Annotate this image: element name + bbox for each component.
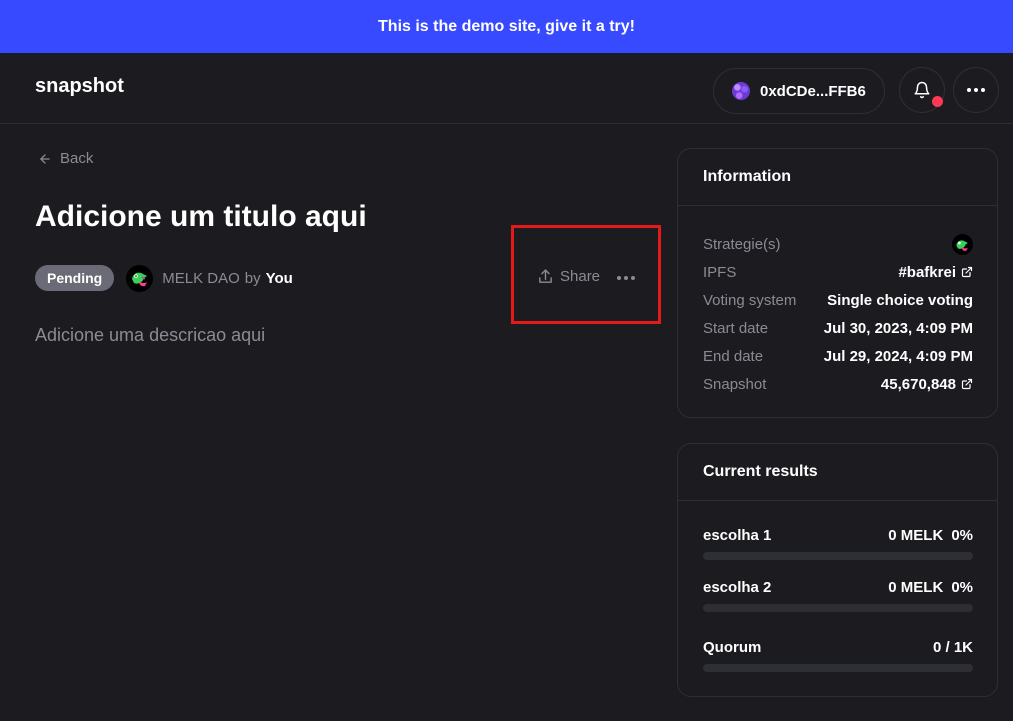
space-avatar[interactable]	[126, 264, 154, 292]
quorum-label: Quorum	[703, 639, 762, 656]
result-choice: escolha 1 0 MELK 0%	[703, 527, 973, 579]
status-badge: Pending	[35, 265, 115, 291]
choice-amount: 0 MELK	[888, 527, 944, 544]
proposal-description: Adicione uma descricao aqui	[35, 325, 266, 345]
info-label: Snapshot	[703, 375, 767, 393]
quorum-progress-bar	[703, 664, 973, 672]
info-row-start-date: Start date Jul 30, 2023, 4:09 PM	[703, 314, 973, 342]
choice-percent: 0%	[951, 527, 973, 544]
arrow-left-icon	[40, 153, 50, 164]
information-card: Information Strategie(s) IPFS #bafkrei V…	[677, 148, 998, 418]
external-link-icon	[961, 266, 973, 278]
account-avatar-icon	[732, 82, 750, 100]
info-value: Single choice voting	[827, 291, 973, 309]
information-heading: Information	[678, 149, 997, 206]
results-card: Current results escolha 1 0 MELK 0% esco…	[677, 443, 998, 697]
melk-avatar-icon	[952, 233, 973, 255]
account-address: 0xdCDe...FFB6	[760, 82, 866, 100]
back-label: Back	[60, 150, 94, 167]
info-value: Jul 29, 2024, 4:09 PM	[823, 347, 973, 365]
quorum-value: 0 / 1K	[932, 639, 973, 656]
more-menu-button[interactable]	[953, 67, 999, 113]
info-label: Voting system	[703, 291, 797, 309]
demo-banner: This is the demo site, give it a try!	[0, 0, 1013, 53]
account-button[interactable]: 0xdCDe...FFB6	[713, 68, 885, 114]
choice-percent: 0%	[951, 579, 973, 596]
info-row-strategies: Strategie(s)	[703, 230, 973, 258]
snapshot-link[interactable]: 45,670,848	[881, 376, 973, 393]
external-link-icon	[961, 378, 973, 390]
result-choice: escolha 2 0 MELK 0%	[703, 579, 973, 631]
chameleon-logo-icon	[131, 272, 147, 287]
demo-banner-text: This is the demo site, give it a try!	[378, 17, 635, 35]
choice-progress-bar	[703, 604, 973, 612]
snapshot-value: 45,670,848	[880, 375, 956, 393]
snapshot-logo[interactable]: snapshot	[35, 75, 124, 98]
choice-amount: 0 MELK	[888, 579, 944, 596]
info-row-end-date: End date Jul 29, 2024, 4:09 PM	[703, 342, 973, 370]
info-row-snapshot: Snapshot 45,670,848	[703, 370, 973, 398]
ipfs-value: #bafkrei	[898, 263, 956, 281]
info-row-voting-system: Voting system Single choice voting	[703, 286, 973, 314]
quorum: Quorum 0 / 1K	[703, 639, 973, 672]
info-row-ipfs: IPFS #bafkrei	[703, 258, 973, 286]
author-name[interactable]: You	[266, 270, 293, 287]
top-navbar: snapshot 0xdCDe...FFB6	[0, 53, 1013, 124]
more-horizontal-icon	[967, 88, 985, 92]
highlight-box	[511, 225, 661, 324]
notifications-button[interactable]	[899, 67, 945, 113]
proposal-title: Adicione um titulo aqui	[35, 200, 367, 233]
choice-name: escolha 1	[703, 527, 772, 544]
by-label: by	[244, 269, 261, 287]
back-link[interactable]: Back	[38, 150, 93, 167]
proposal-meta: Pending MELK DAO by You	[35, 264, 293, 292]
choice-progress-bar	[703, 552, 973, 560]
strategies-avatar[interactable]	[952, 233, 973, 255]
info-label: IPFS	[703, 263, 737, 281]
space-name[interactable]: MELK DAO	[162, 270, 240, 287]
info-label: End date	[703, 347, 764, 365]
choice-name: escolha 2	[703, 579, 772, 596]
info-value: Jul 30, 2023, 4:09 PM	[823, 319, 973, 337]
ipfs-link[interactable]: #bafkrei	[898, 264, 973, 281]
notification-dot	[932, 96, 943, 107]
info-label: Strategie(s)	[703, 235, 781, 253]
info-label: Start date	[703, 319, 769, 337]
bell-icon	[914, 81, 930, 99]
results-heading: Current results	[678, 444, 997, 501]
